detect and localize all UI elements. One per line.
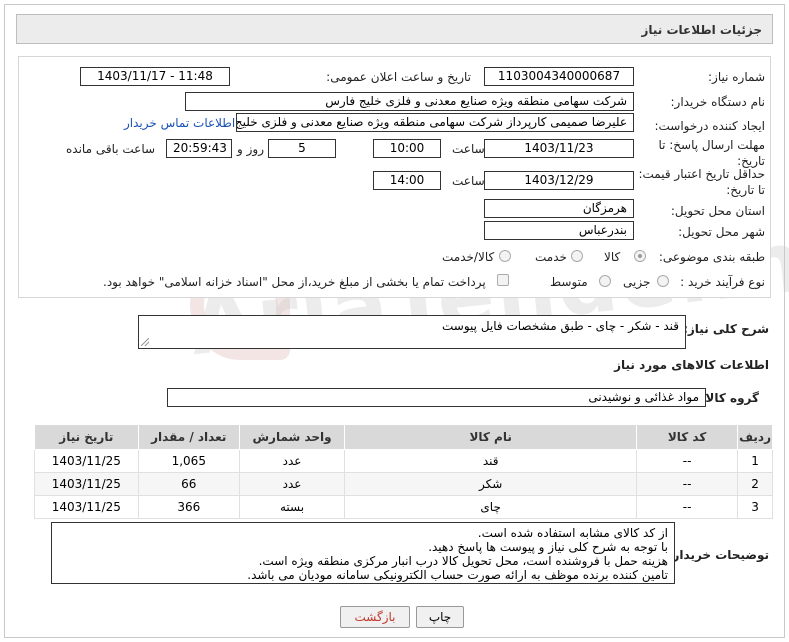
buyer-field[interactable]: شرکت سهامی منطقه ویژه صنایع معدنی و فلزی… [185,92,634,111]
remaining-time-field[interactable]: 20:59:43 [166,139,232,158]
buyer-note-line: هزینه حمل با فروشنده است، محل تحویل کالا… [258,554,668,568]
resize-grip-icon[interactable] [141,338,149,346]
cell-row-number: 1 [737,449,773,473]
goods-group-field[interactable]: مواد غذائی و نوشیدنی [167,388,706,407]
remaining-label: ساعت باقی مانده [66,142,156,156]
process-option-medium: متوسط [550,275,588,289]
cell-need-date: 1403/11/25 [34,495,139,519]
cell-unit: عدد [238,449,346,473]
cell-quantity: 1,065 [137,449,240,473]
process-radio-medium[interactable] [599,275,611,287]
treasury-payment-checkbox[interactable] [497,274,509,286]
buyer-note-line: تامین کننده برنده موظف به ارائه صورت حسا… [247,568,668,582]
process-option-minor: جزیی [623,275,651,289]
announce-label: تاریخ و ساعت اعلان عمومی: [326,70,471,84]
items-table: ردیف کد کالا نام کالا واحد شمارش تعداد /… [34,424,773,519]
deadline-hour-label: ساعت [452,142,485,156]
cell-goods-name: قند [344,449,638,473]
validity-hour-label: ساعت [452,174,485,188]
process-radio-minor[interactable] [657,275,669,287]
cell-need-date: 1403/11/25 [34,449,139,473]
process-label: نوع فرآیند خرید : [680,275,765,289]
cell-row-number: 3 [737,495,773,519]
table-row: 2 -- شکر عدد 66 1403/11/25 [34,472,773,496]
summary-textarea[interactable]: قند - شکر - چای - طبق مشخصات فایل پیوست [138,315,686,349]
buyer-notes-label: توضیحات خریدار: [667,548,769,562]
col-header-quantity: تعداد / مقدار [137,424,240,450]
page-title: جزئیات اطلاعات نیاز [16,14,773,44]
col-header-unit: واحد شمارش [238,424,346,450]
cell-need-date: 1403/11/25 [34,472,139,496]
cell-goods-name: چای [344,495,638,519]
cell-quantity: 66 [137,472,240,496]
cell-unit: بسته [238,495,346,519]
city-field[interactable]: بندرعباس [484,221,634,240]
category-label: طبقه بندی موضوعی: [658,250,765,264]
category-radio-both[interactable] [499,250,511,262]
buyer-contact-link[interactable]: اطلاعات تماس خریدار [124,116,235,130]
category-radio-goods[interactable] [634,250,646,262]
validity-time-field[interactable]: 14:00 [373,171,441,190]
category-option-both: کالا/خدمت [442,250,495,264]
treasury-payment-note: پرداخت تمام یا بخشی از مبلغ خرید،از محل … [103,275,486,289]
buyer-label: نام دستگاه خریدار: [670,95,766,109]
deadline-date-field[interactable]: 1403/11/23 [484,139,634,158]
cell-quantity: 366 [137,495,240,519]
cell-unit: عدد [238,472,346,496]
cell-goods-code: -- [636,495,739,519]
col-header-need-date: تاریخ نیاز [34,424,139,450]
creator-label: ایجاد کننده درخواست: [654,119,765,133]
table-row: 1 -- قند عدد 1,065 1403/11/25 [34,449,773,473]
col-header-goods-name: نام کالا [344,424,638,450]
buyer-notes-textarea[interactable]: از کد کالای مشابه استفاده شده است. با تو… [51,522,675,584]
announce-field[interactable]: 1403/11/17 - 11:48 [80,67,230,86]
cell-goods-name: شکر [344,472,638,496]
category-option-goods: کالا [604,250,621,264]
cell-goods-code: -- [636,449,739,473]
summary-text: قند - شکر - چای - طبق مشخصات فایل پیوست [442,319,679,333]
table-row: 3 -- چای بسته 366 1403/11/25 [34,495,773,519]
need-number-field[interactable]: 1103004340000687 [484,67,634,86]
deadline-label: مهلت ارسال پاسخ: تا تاریخ: [658,138,765,168]
print-button[interactable]: چاپ [416,606,464,628]
col-header-row-number: ردیف [737,424,773,450]
deadline-time-field[interactable]: 10:00 [373,139,441,158]
province-label: استان محل تحویل: [670,204,765,218]
days-count-field[interactable]: 5 [268,139,336,158]
need-number-label: شماره نیاز: [708,70,765,84]
goods-group-label: گروه کالا: [700,391,759,405]
category-radio-service[interactable] [571,250,583,262]
back-button[interactable]: بازگشت [340,606,410,628]
buyer-note-line: با توجه به شرح کلی نیاز و پیوست ها پاسخ … [428,540,668,554]
table-header-row: ردیف کد کالا نام کالا واحد شمارش تعداد /… [34,424,773,450]
col-header-goods-code: کد کالا [636,424,739,450]
summary-label: شرح کلی نیاز: [683,322,769,336]
category-option-service: خدمت [535,250,567,264]
days-label: روز و [237,142,264,156]
cell-goods-code: -- [636,472,739,496]
validity-date-field[interactable]: 1403/12/29 [484,171,634,190]
city-label: شهر محل تحویل: [678,225,765,239]
buyer-note-line: از کد کالای مشابه استفاده شده است. [477,526,668,540]
cell-row-number: 2 [737,472,773,496]
items-section-title: اطلاعات کالاهای مورد نیاز [614,358,769,372]
validity-label: حداقل تاریخ اعتبار قیمت: تا تاریخ: [638,167,765,197]
creator-field[interactable]: علیرضا صمیمی کارپرداز شرکت سهامی منطقه و… [236,113,634,132]
province-field[interactable]: هرمزگان [484,199,634,218]
